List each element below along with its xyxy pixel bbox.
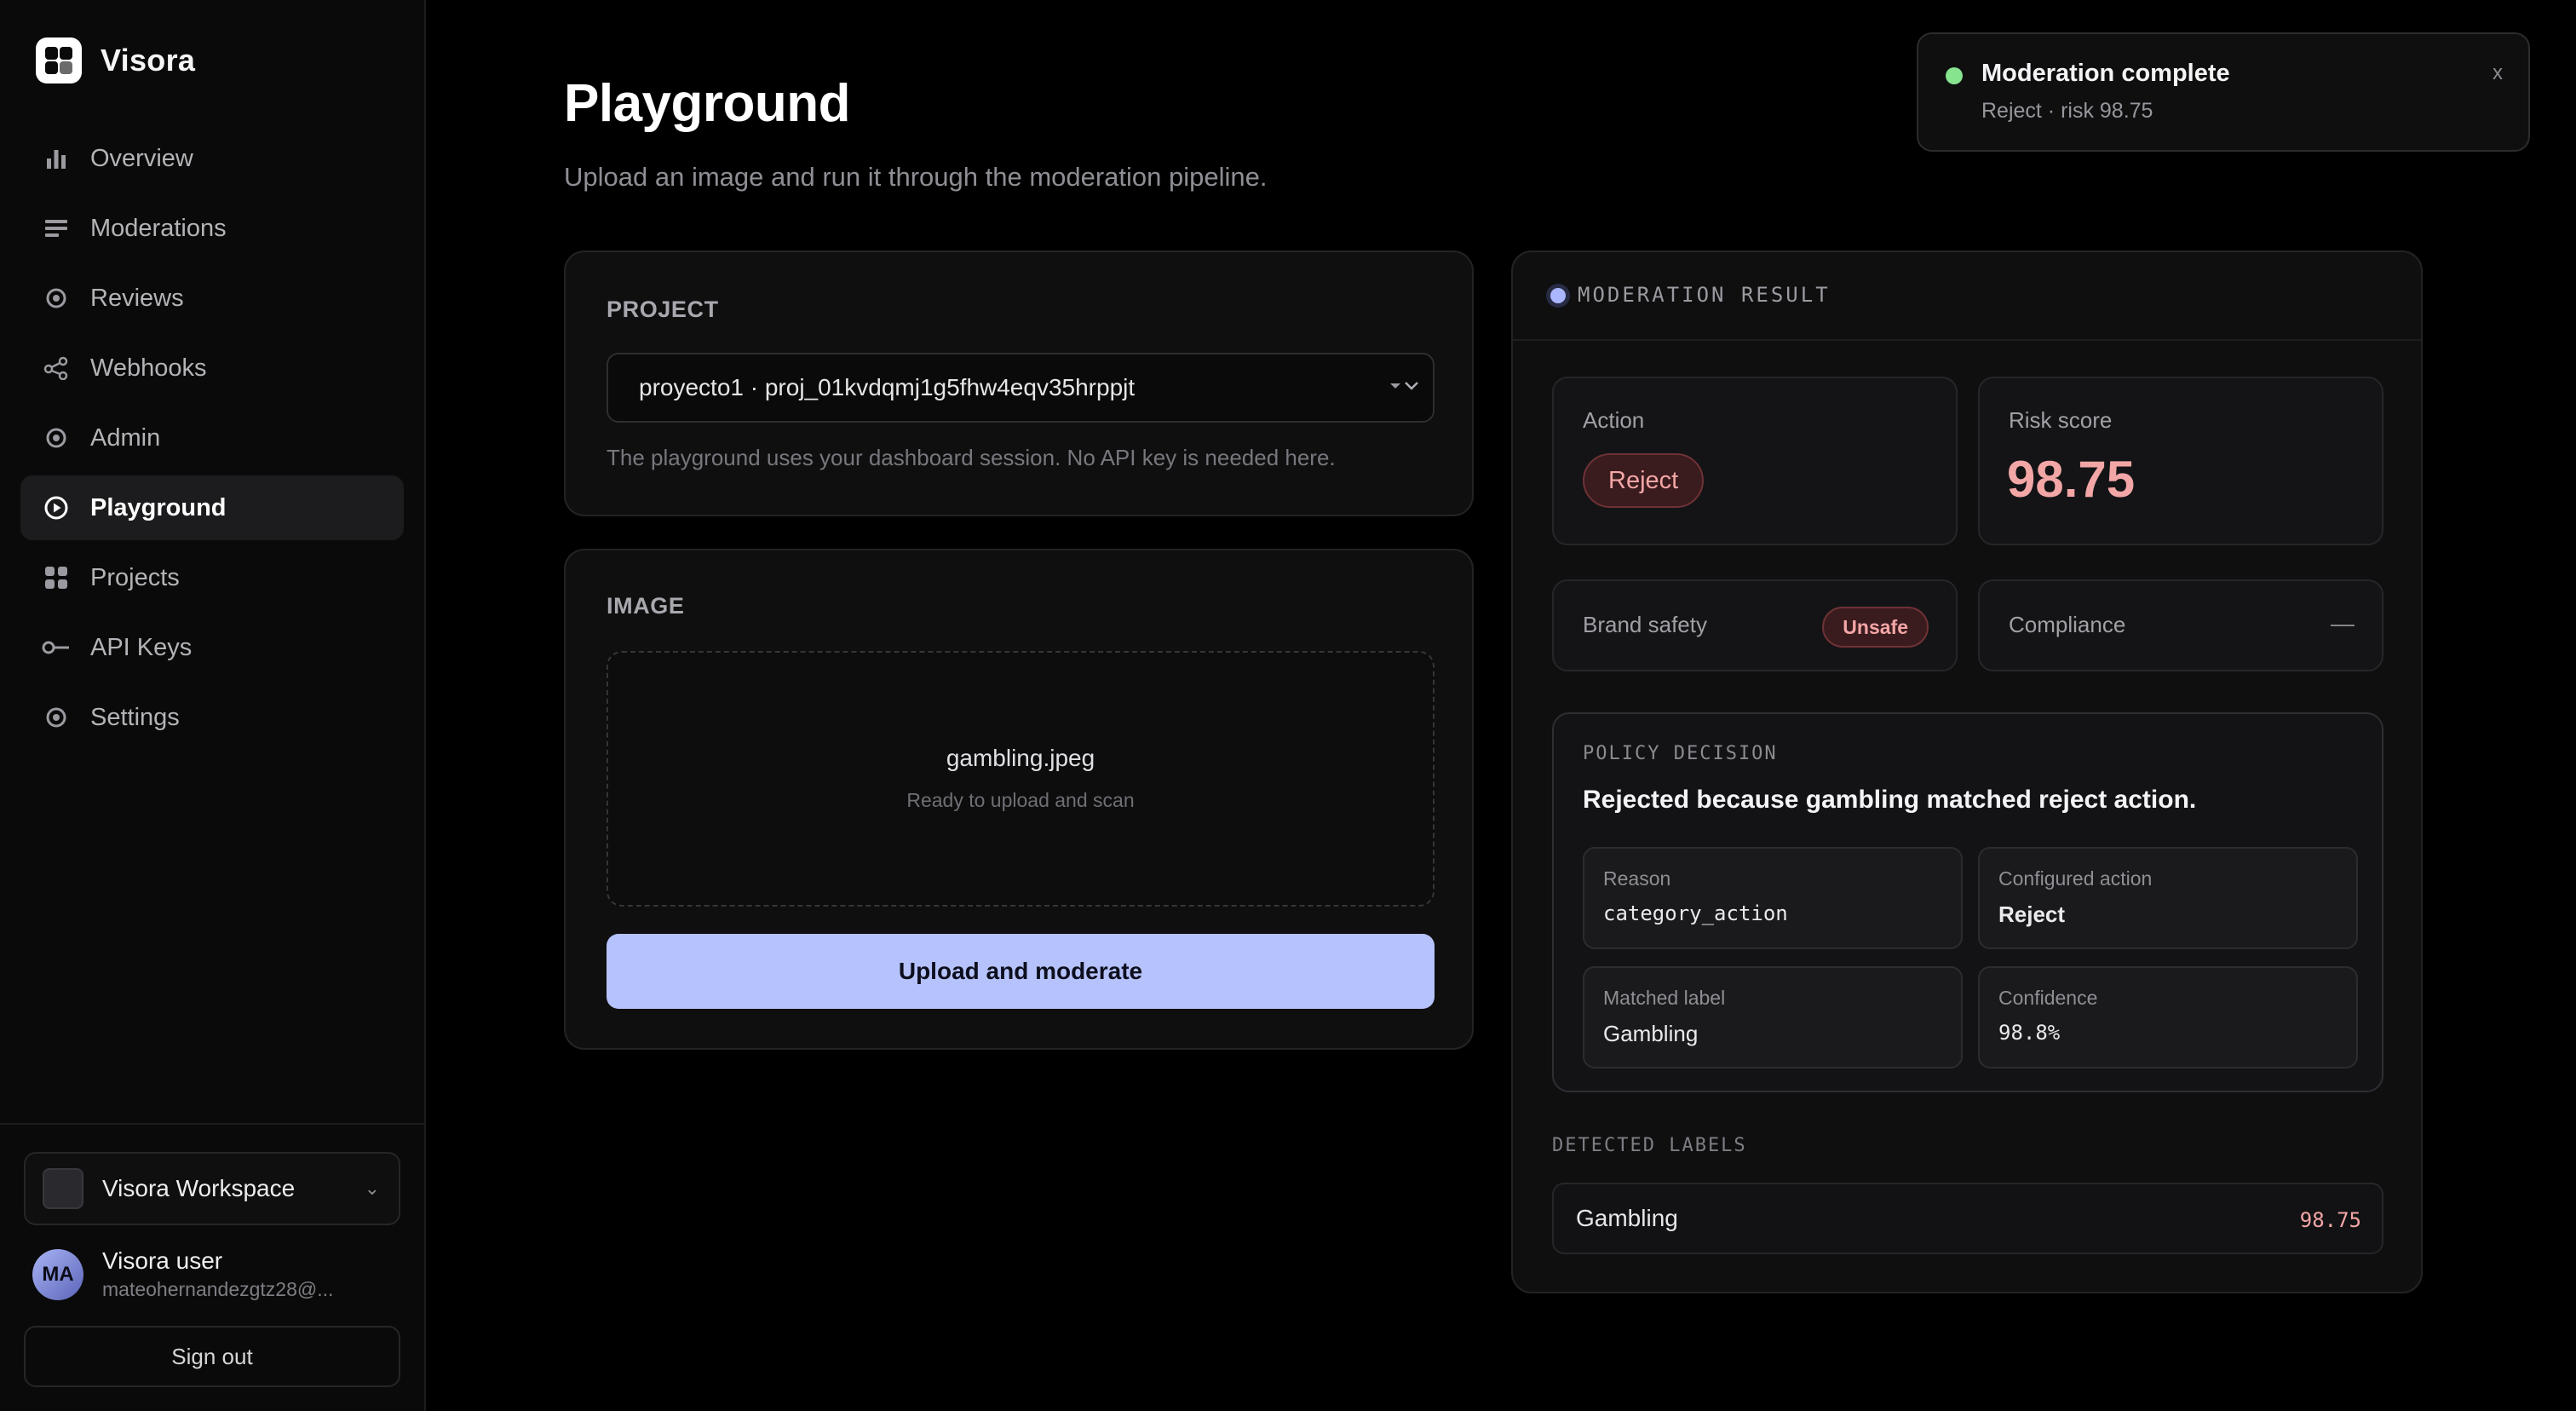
- page-title: Playground: [564, 74, 851, 133]
- visora-logo-icon: [36, 37, 82, 84]
- moderation-toast: Moderation complete Reject · risk 98.75 …: [1917, 32, 2530, 152]
- brand-safety-stat: Brand safety Unsafe: [1552, 579, 1958, 671]
- sidebar: Visora Overview Moderations Reviews Webh…: [0, 0, 426, 1411]
- project-hint: The playground uses your dashboard sessi…: [607, 445, 1336, 470]
- sidebar-item-playground[interactable]: Playground: [20, 475, 404, 540]
- toast-title: Moderation complete: [1981, 60, 2230, 87]
- sidebar-item-api-keys[interactable]: API Keys: [20, 615, 404, 680]
- action-stat: Action Reject: [1552, 377, 1958, 545]
- app-root: Visora Overview Moderations Reviews Webh…: [0, 0, 2576, 1411]
- sidebar-nav: Overview Moderations Reviews Webhooks Ad…: [20, 126, 404, 755]
- sidebar-item-label: API Keys: [90, 633, 193, 661]
- label-name: Gambling: [1576, 1205, 1678, 1231]
- label-score: 98.75: [2299, 1208, 2361, 1232]
- sidebar-item-reviews[interactable]: Reviews: [20, 266, 404, 331]
- reason-value: category_action: [1603, 901, 1788, 925]
- compliance-stat: Compliance —: [1978, 579, 2383, 671]
- brand-safety-label: Brand safety: [1583, 612, 1707, 637]
- matched-label-value: Gambling: [1603, 1021, 1699, 1046]
- action-badge: Reject: [1583, 453, 1705, 508]
- sidebar-item-label: Reviews: [90, 284, 184, 312]
- brand-safety-badge: Unsafe: [1822, 607, 1929, 648]
- sidebar-item-label: Projects: [90, 563, 180, 591]
- workspace-name: Visora Workspace: [102, 1175, 296, 1201]
- brand[interactable]: Visora: [36, 37, 195, 84]
- grid-icon: [41, 562, 72, 593]
- target-icon: [41, 423, 72, 453]
- detected-labels-title: DETECTED LABELS: [1552, 1135, 1747, 1156]
- success-dot-icon: [1946, 67, 1963, 84]
- user-profile: MA Visora user mateohernandezgtz28@...: [32, 1247, 333, 1301]
- sidebar-item-label: Admin: [90, 423, 161, 452]
- share-nodes-icon: [41, 353, 72, 383]
- project-select[interactable]: proyecto1 · proj_01kvdqmj1g5fhw4eqv35hrp…: [607, 353, 1435, 423]
- policy-decision: POLICY DECISION Rejected because gamblin…: [1552, 712, 2383, 1092]
- action-label: Action: [1583, 407, 1645, 433]
- configured-action-field: Configured action Reject: [1978, 847, 2358, 949]
- project-section-label: PROJECT: [607, 297, 719, 322]
- workspace-avatar: [43, 1168, 83, 1209]
- sign-out-button[interactable]: Sign out: [24, 1326, 400, 1387]
- target-icon: [41, 702, 72, 733]
- chevron-down-icon: [1387, 373, 1424, 405]
- compliance-value: —: [2331, 610, 2355, 636]
- play-circle-icon: [41, 492, 72, 523]
- sidebar-item-moderations[interactable]: Moderations: [20, 196, 404, 261]
- result-title: MODERATION RESULT: [1578, 283, 1831, 307]
- result-header: MODERATION RESULT: [1513, 252, 2421, 341]
- project-select-value: proyecto1 · proj_01kvdqmj1g5fhw4eqv35hrp…: [639, 374, 1136, 400]
- workspace-switcher[interactable]: Visora Workspace ⌄: [24, 1152, 400, 1225]
- image-dropzone[interactable]: gambling.jpeg Ready to upload and scan: [607, 651, 1435, 907]
- bar-chart-icon: [41, 143, 72, 174]
- list-icon: [41, 213, 72, 244]
- file-status: Ready to upload and scan: [906, 789, 1135, 811]
- sidebar-item-projects[interactable]: Projects: [20, 545, 404, 610]
- sidebar-item-settings[interactable]: Settings: [20, 685, 404, 750]
- key-icon: [41, 632, 72, 663]
- policy-decision-text: Rejected because gambling matched reject…: [1583, 786, 2197, 814]
- sidebar-item-label: Moderations: [90, 214, 227, 242]
- risk-score-value: 98.75: [2007, 451, 2136, 508]
- risk-score-stat: Risk score 98.75: [1978, 377, 2383, 545]
- sidebar-footer: Visora Workspace ⌄ MA Visora user mateoh…: [0, 1123, 424, 1411]
- confidence-value: 98.8%: [1998, 1021, 2061, 1045]
- configured-action-label: Configured action: [1998, 867, 2153, 890]
- reason-field: Reason category_action: [1583, 847, 1963, 949]
- user-email: mateohernandezgtz28@...: [102, 1278, 334, 1300]
- avatar: MA: [32, 1248, 83, 1300]
- matched-label-field: Matched label Gambling: [1583, 966, 1963, 1068]
- reason-label: Reason: [1603, 867, 1671, 890]
- sidebar-item-label: Webhooks: [90, 354, 207, 382]
- target-icon: [41, 283, 72, 314]
- image-card: IMAGE gambling.jpeg Ready to upload and …: [564, 549, 1474, 1050]
- user-name: Visora user: [102, 1247, 223, 1274]
- status-dot-icon: [1550, 288, 1566, 303]
- toast-message: Reject · risk 98.75: [1981, 99, 2153, 123]
- sidebar-item-admin[interactable]: Admin: [20, 406, 404, 470]
- list-item: Gambling 98.75: [1552, 1183, 2383, 1254]
- risk-score-label: Risk score: [2009, 407, 2113, 433]
- chevron-down-icon: ⌄: [364, 1178, 380, 1199]
- matched-label-label: Matched label: [1603, 987, 1726, 1009]
- sidebar-item-label: Playground: [90, 493, 227, 521]
- compliance-label: Compliance: [2009, 612, 2126, 637]
- moderation-result-card: MODERATION RESULT Action Reject Risk sco…: [1511, 251, 2423, 1293]
- configured-action-value: Reject: [1998, 901, 2066, 927]
- sidebar-item-overview[interactable]: Overview: [20, 126, 404, 191]
- upload-and-moderate-button[interactable]: Upload and moderate: [607, 934, 1435, 1009]
- policy-decision-label: POLICY DECISION: [1583, 743, 1778, 764]
- close-icon[interactable]: x: [2493, 61, 2503, 85]
- confidence-label: Confidence: [1998, 987, 2098, 1009]
- image-section-label: IMAGE: [607, 593, 685, 619]
- sidebar-item-label: Settings: [90, 703, 180, 731]
- page-subtitle: Upload an image and run it through the m…: [564, 162, 1268, 192]
- project-card: PROJECT proyecto1 · proj_01kvdqmj1g5fhw4…: [564, 251, 1474, 516]
- confidence-field: Confidence 98.8%: [1978, 966, 2358, 1068]
- brand-name: Visora: [101, 43, 196, 78]
- file-name: gambling.jpeg: [946, 745, 1095, 771]
- sidebar-item-webhooks[interactable]: Webhooks: [20, 336, 404, 400]
- sidebar-item-label: Overview: [90, 144, 193, 172]
